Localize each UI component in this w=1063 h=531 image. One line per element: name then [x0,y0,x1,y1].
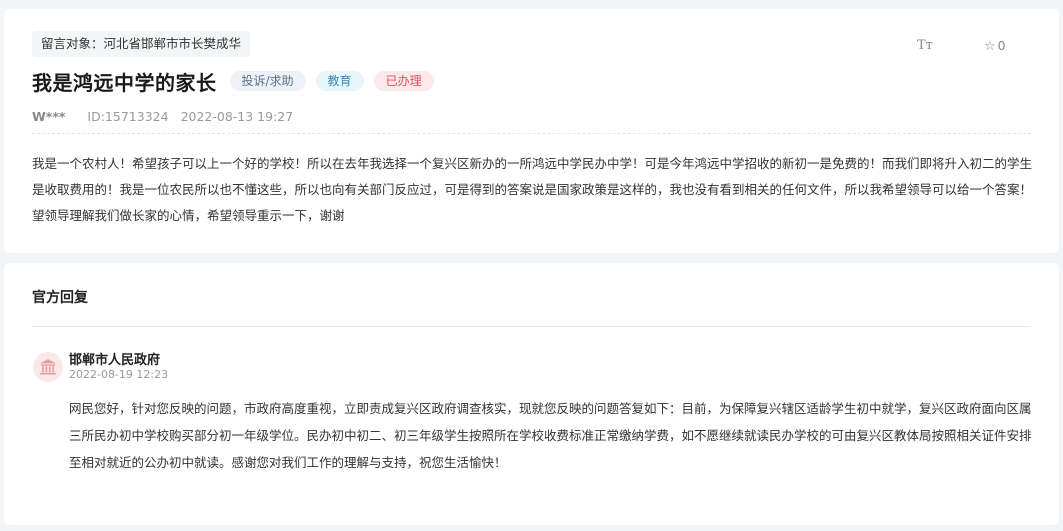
reply-card: 官方回复 邯郸市人民政府 2022-08-19 12:23 网民您好，针对您反映… [4,263,1059,525]
message-title-row: 我是鸿远中学的家长 投诉/求助 教育 已办理 [32,66,434,96]
reply-divider [32,326,1031,327]
font-size-icon-glyph: Tт [917,38,933,53]
message-card: 留言对象：河北省邯郸市市长樊成华 Tт ☆ 0 我是鸿远中学的家长 投诉/求助 教… [4,9,1059,253]
status-badge: 已办理 [373,71,434,91]
message-title: 我是鸿远中学的家长 [32,70,217,95]
favorite-count: 0 [997,38,1006,53]
government-building-icon [40,359,56,375]
message-divider [32,133,1031,134]
message-target-label: 留言对象： [41,36,104,51]
reply-content: 网民您好，针对您反映的问题，市政府高度重视，立即责成复兴区政府调查核实，现就您反… [69,401,1032,470]
message-id: ID:15713324 [87,109,169,124]
favorite-button[interactable]: ☆ 0 [984,36,1006,56]
reply-date: 2022-08-19 12:23 [69,368,169,381]
message-target-tag: 留言对象：河北省邯郸市市长樊成华 [32,31,251,57]
message-datetime: 2022-08-13 19:27 [180,109,294,124]
star-outline-icon: ☆ [984,39,996,54]
message-author: W*** [32,109,66,124]
org-name: 邯郸市人民政府 [69,353,161,368]
message-meta: W*** ID:15713324 2022-08-13 19:27 [32,107,293,127]
org-avatar [33,352,63,382]
tag-field: 教育 [315,71,364,91]
tag-type: 投诉/求助 [229,71,306,91]
reply-section-title: 官方回复 [32,290,88,306]
message-content: 我是一个农村人！希望孩子可以上一个好的学校！所以在去年我选择一个复兴区新办的一所… [32,156,1033,223]
font-size-icon[interactable]: Tт [917,36,941,56]
message-target-name: 河北省邯郸市市长樊成华 [103,36,242,51]
